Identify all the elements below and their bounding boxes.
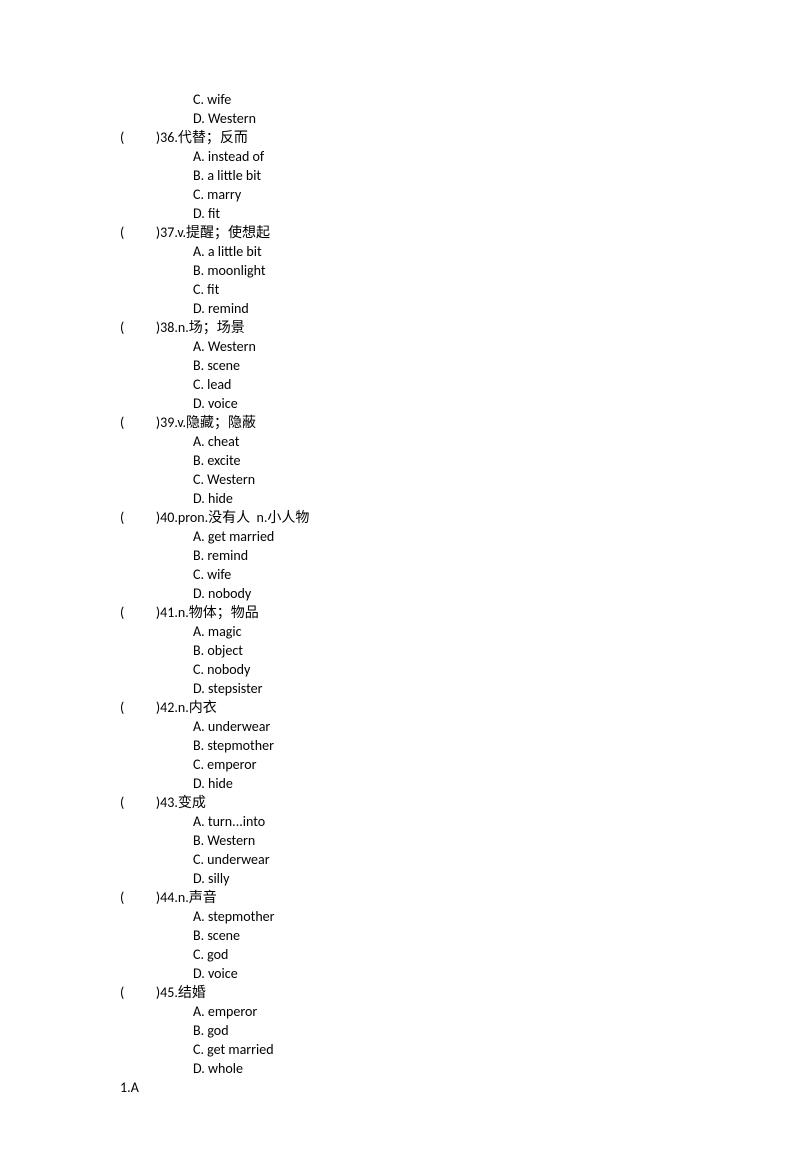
option-line: D. hide — [120, 489, 674, 508]
option-line: D. voice — [120, 964, 674, 983]
option-line: C. fit — [120, 280, 674, 299]
question-line-40: ( )40.pron.没有人 n.小人物 — [120, 508, 674, 527]
option-line: D. Western — [120, 109, 674, 128]
option-line: C. get married — [120, 1040, 674, 1059]
question-line-38: ( )38.n.场；场景 — [120, 318, 674, 337]
option-line: A. Western — [120, 337, 674, 356]
option-line: D. nobody — [120, 584, 674, 603]
option-line: B. remind — [120, 546, 674, 565]
question-list: C. wifeD. Western( )36.代替；反而A. instead o… — [120, 90, 674, 1097]
option-line: A. magic — [120, 622, 674, 641]
question-line-45: ( )45.结婚 — [120, 983, 674, 1002]
option-line: A. underwear — [120, 717, 674, 736]
option-line: B. a little bit — [120, 166, 674, 185]
option-line: C. wife — [120, 565, 674, 584]
option-line: D. silly — [120, 869, 674, 888]
question-line-42: ( )42.n.内衣 — [120, 698, 674, 717]
option-line: D. stepsister — [120, 679, 674, 698]
option-line: C. Western — [120, 470, 674, 489]
option-line: B. object — [120, 641, 674, 660]
option-line: C. emperor — [120, 755, 674, 774]
option-line: A. get married — [120, 527, 674, 546]
option-line: B. scene — [120, 926, 674, 945]
option-line: A. emperor — [120, 1002, 674, 1021]
option-line: A. instead of — [120, 147, 674, 166]
option-line: B. stepmother — [120, 736, 674, 755]
option-line: C. wife — [120, 90, 674, 109]
option-line: B. Western — [120, 831, 674, 850]
option-line: B. moonlight — [120, 261, 674, 280]
answer-line: 1.A — [120, 1078, 674, 1097]
option-line: D. voice — [120, 394, 674, 413]
option-line: D. whole — [120, 1059, 674, 1078]
option-line: C. god — [120, 945, 674, 964]
option-line: D. hide — [120, 774, 674, 793]
question-line-37: ( )37.v.提醒；使想起 — [120, 223, 674, 242]
question-line-39: ( )39.v.隐藏；隐蔽 — [120, 413, 674, 432]
option-line: A. a little bit — [120, 242, 674, 261]
option-line: C. lead — [120, 375, 674, 394]
question-line-43: ( )43.变成 — [120, 793, 674, 812]
option-line: C. marry — [120, 185, 674, 204]
option-line: C. nobody — [120, 660, 674, 679]
option-line: A. cheat — [120, 432, 674, 451]
option-line: D. fit — [120, 204, 674, 223]
option-line: B. god — [120, 1021, 674, 1040]
option-line: A. stepmother — [120, 907, 674, 926]
page-content: C. wifeD. Western( )36.代替；反而A. instead o… — [0, 0, 794, 1157]
question-line-41: ( )41.n.物体；物品 — [120, 603, 674, 622]
option-line: C. underwear — [120, 850, 674, 869]
option-line: A. turn...into — [120, 812, 674, 831]
question-line-36: ( )36.代替；反而 — [120, 128, 674, 147]
question-line-44: ( )44.n.声音 — [120, 888, 674, 907]
option-line: D. remind — [120, 299, 674, 318]
option-line: B. excite — [120, 451, 674, 470]
option-line: B. scene — [120, 356, 674, 375]
